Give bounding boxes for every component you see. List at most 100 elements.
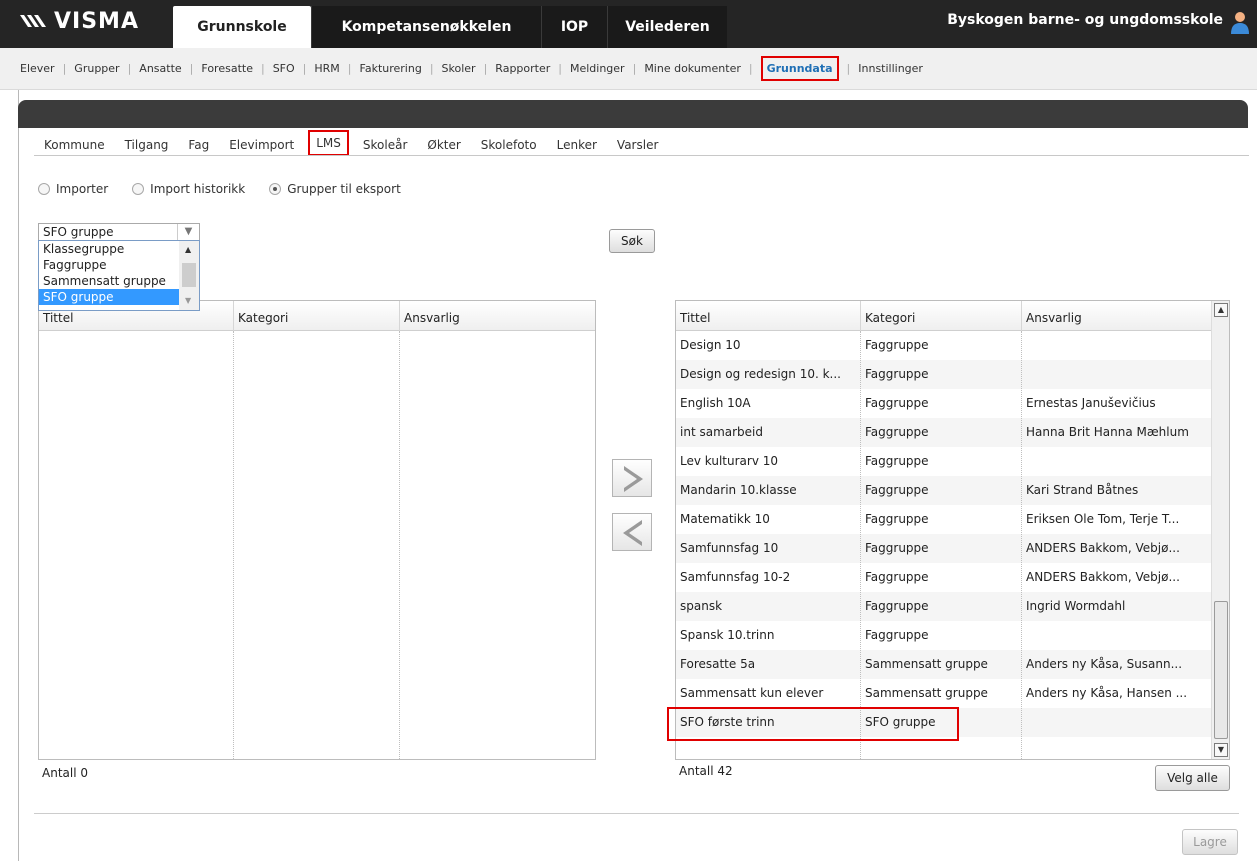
select-all-button[interactable]: Velg alle [1155, 765, 1230, 791]
column-divider [1021, 331, 1022, 759]
table-row[interactable]: Matematikk 10 Faggruppe Eriksen Ole Tom,… [676, 505, 1213, 534]
separator: | [347, 62, 352, 75]
group-type-dropdown[interactable]: Klassegruppe Faggruppe Sammensatt gruppe… [38, 240, 200, 311]
cell-kategori: Faggruppe [865, 425, 929, 439]
table-row[interactable]: Samfunnsfag 10-2 Faggruppe ANDERS Bakkom… [676, 563, 1213, 592]
tab-tilgang[interactable]: Tilgang [115, 134, 179, 156]
separator: | [558, 62, 562, 75]
cell-tittel: English 10A [680, 396, 751, 410]
subnav-grunndata[interactable]: Grunndata [760, 56, 839, 81]
radio-importer[interactable]: Importer [38, 182, 108, 196]
move-left-button[interactable] [612, 513, 652, 551]
group-type-select[interactable]: SFO gruppe ▼ [38, 223, 200, 241]
subnav-foresatte[interactable]: Foresatte [201, 62, 253, 75]
scrollbar-thumb[interactable] [1214, 601, 1228, 739]
dropdown-option[interactable]: Faggruppe [39, 257, 179, 273]
cell-ansvarlig [1022, 331, 1213, 360]
table-row[interactable]: English 10A Faggruppe Ernestas Januševič… [676, 389, 1213, 418]
column-header-kategori[interactable]: Kategori [861, 301, 1022, 331]
column-divider [399, 331, 400, 759]
subnav-rapporter[interactable]: Rapporter [495, 62, 550, 75]
radio-grupper-til-eksport[interactable]: Grupper til eksport [269, 182, 401, 196]
tab-okter[interactable]: Økter [417, 134, 470, 156]
cell-ansvarlig [1022, 708, 1213, 737]
move-right-button[interactable] [612, 459, 652, 497]
main-tab-grunnskole[interactable]: Grunnskole [173, 6, 311, 48]
grid-scrollbar[interactable]: ▲ ▼ [1211, 301, 1229, 759]
column-header-tittel[interactable]: Tittel [676, 301, 861, 331]
table-row[interactable]: Spansk 10.trinn Faggruppe [676, 621, 1213, 650]
tab-elevimport[interactable]: Elevimport [219, 134, 304, 156]
table-row[interactable]: spansk Faggruppe Ingrid Wormdahl [676, 592, 1213, 621]
separator: | [62, 62, 67, 75]
subnav-ansatte[interactable]: Ansatte [139, 62, 181, 75]
tab-varsler[interactable]: Varsler [607, 134, 668, 156]
radio-button[interactable] [269, 183, 282, 195]
scroll-up-icon[interactable]: ▲ [1214, 303, 1228, 317]
subnav-elever[interactable]: Elever [20, 62, 55, 75]
column-divider [233, 331, 234, 759]
radio-import-historikk[interactable]: Import historikk [132, 182, 245, 196]
radio-button[interactable] [132, 183, 145, 195]
cell-ansvarlig [1022, 360, 1213, 389]
cell-tittel: Design og redesign 10. k... [680, 367, 841, 381]
tab-skolefoto[interactable]: Skolefoto [471, 134, 547, 156]
subnav-hrm[interactable]: HRM [314, 62, 339, 75]
cell-kategori: Faggruppe [865, 541, 929, 555]
column-header-ansvarlig[interactable]: Ansvarlig [1022, 301, 1213, 331]
table-row[interactable]: Foresatte 5a Sammensatt gruppe Anders ny… [676, 650, 1213, 679]
dropdown-scrollbar[interactable]: ▲ ▼ [179, 241, 199, 310]
separator: | [632, 62, 637, 75]
user-icon[interactable] [1229, 10, 1251, 36]
tab-lms[interactable]: LMS [308, 130, 349, 156]
left-grid-count: Antall 0 [42, 766, 88, 780]
grunndata-tabs: Kommune Tilgang Fag Elevimport LMS Skole… [34, 130, 668, 156]
cell-ansvarlig: Ernestas Januševičius [1026, 396, 1156, 410]
cell-kategori: Faggruppe [865, 570, 929, 584]
dropdown-option-selected[interactable]: SFO gruppe [39, 289, 179, 305]
separator: | [429, 62, 434, 75]
scroll-up-icon[interactable]: ▲ [185, 245, 191, 254]
subnav-meldinger[interactable]: Meldinger [570, 62, 625, 75]
dropdown-option[interactable]: Klassegruppe [39, 241, 179, 257]
scroll-down-icon[interactable]: ▼ [1214, 743, 1228, 757]
cell-ansvarlig [1022, 621, 1213, 650]
column-header-ansvarlig[interactable]: Ansvarlig [400, 301, 595, 331]
table-row[interactable]: Design og redesign 10. k... Faggruppe [676, 360, 1213, 389]
save-button[interactable]: Lagre [1182, 829, 1238, 855]
column-header-kategori[interactable]: Kategori [234, 301, 400, 331]
arrow-right-icon [624, 466, 643, 492]
search-button[interactable]: Søk [609, 229, 655, 253]
main-tab-kompetansenokkelen[interactable]: Kompetansenøkkelen [311, 6, 541, 48]
radio-button[interactable] [38, 183, 50, 195]
table-row[interactable]: int samarbeid Faggruppe Hanna Brit Hanna… [676, 418, 1213, 447]
separator: | [127, 62, 132, 75]
dropdown-option[interactable]: Sammensatt gruppe [39, 273, 179, 289]
scrollbar-thumb[interactable] [182, 263, 196, 287]
tab-fag[interactable]: Fag [178, 134, 219, 156]
visma-logo[interactable]: VISMA [18, 6, 139, 36]
main-tab-iop[interactable]: IOP [541, 6, 607, 48]
cell-ansvarlig: ANDERS Bakkom, Vebjø... [1026, 570, 1180, 584]
tab-lenker[interactable]: Lenker [547, 134, 607, 156]
table-row[interactable]: Samfunnsfag 10 Faggruppe ANDERS Bakkom, … [676, 534, 1213, 563]
table-row[interactable]: Mandarin 10.klasse Faggruppe Kari Strand… [676, 476, 1213, 505]
table-row[interactable]: Design 10 Faggruppe [676, 331, 1213, 360]
highlight-box [667, 707, 959, 741]
subnav-fakturering[interactable]: Fakturering [360, 62, 422, 75]
table-row[interactable]: Lev kulturarv 10 Faggruppe [676, 447, 1213, 476]
cell-ansvarlig: Anders ny Kåsa, Susann... [1026, 657, 1183, 671]
chevron-down-icon[interactable]: ▼ [177, 224, 199, 240]
subnav-innstillinger[interactable]: Innstillinger [858, 62, 923, 75]
table-row[interactable]: Sammensatt kun elever Sammensatt gruppe … [676, 679, 1213, 708]
scroll-down-icon[interactable]: ▼ [185, 296, 191, 305]
cell-tittel: Samfunnsfag 10-2 [680, 570, 791, 584]
tab-skolear[interactable]: Skoleår [353, 134, 417, 156]
subnav-skoler[interactable]: Skoler [442, 62, 476, 75]
subnav-mine-dokumenter[interactable]: Mine dokumenter [644, 62, 741, 75]
main-tab-veilederen[interactable]: Veilederen [607, 6, 727, 48]
cell-ansvarlig: Hanna Brit Hanna Mæhlum [1026, 425, 1189, 439]
subnav-grupper[interactable]: Grupper [74, 62, 119, 75]
subnav-sfo[interactable]: SFO [273, 62, 295, 75]
tab-kommune[interactable]: Kommune [34, 134, 115, 156]
